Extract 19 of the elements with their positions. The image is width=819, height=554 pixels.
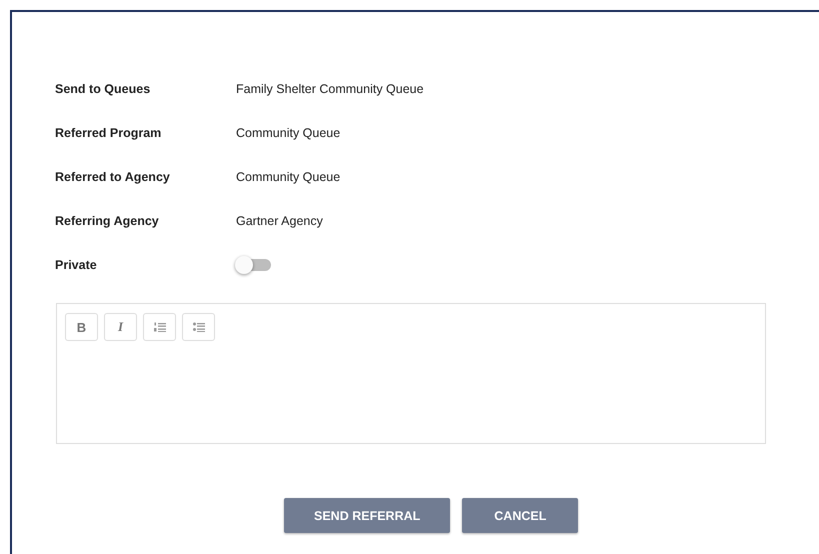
text-editor[interactable]: B I — [56, 303, 766, 444]
field-label: Referring Agency — [55, 214, 160, 228]
field-label: Send to Queues — [55, 82, 152, 96]
field-value: Family Shelter Community Queue — [236, 82, 424, 96]
field-value: Gartner Agency — [236, 214, 323, 228]
numbered-list-button[interactable] — [143, 313, 176, 341]
cancel-button[interactable]: CANCEL — [462, 498, 578, 533]
field-label: Referred to Agency — [55, 170, 171, 184]
private-toggle[interactable] — [237, 259, 271, 271]
field-label: Private — [55, 258, 98, 272]
bullet-list-icon — [192, 322, 204, 332]
field-value: Community Queue — [236, 170, 340, 184]
italic-button[interactable]: I — [104, 313, 137, 341]
send-referral-button[interactable]: SEND REFERRAL — [284, 498, 450, 533]
field-value: Community Queue — [236, 126, 340, 140]
bullet-list-button[interactable] — [182, 313, 215, 341]
numbered-list-icon — [154, 322, 166, 332]
field-label: Referred Program — [55, 126, 162, 140]
bold-button[interactable]: B — [65, 313, 98, 341]
